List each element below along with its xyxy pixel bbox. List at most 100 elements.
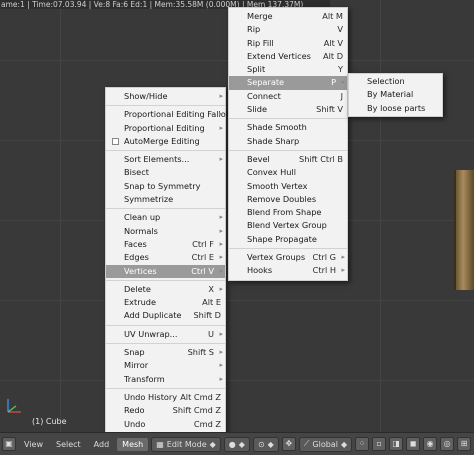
menu-item-label: Rip Fill	[247, 37, 274, 48]
vertices-menu-item-separate[interactable]: Separate P ▸	[229, 76, 347, 90]
mesh-menu-item-snap-to-symmetry[interactable]: Snap to Symmetry	[106, 180, 225, 193]
mesh-menu-item-snap[interactable]: Snap Shift S ▸	[106, 346, 225, 359]
vertices-menu-item-convex-hull[interactable]: Convex Hull	[229, 166, 347, 179]
face-select-icon[interactable]: ◼	[406, 437, 421, 451]
snap-icon[interactable]: ⊞	[457, 437, 472, 451]
vertices-menu-item-shade-sharp[interactable]: Shade Sharp	[229, 135, 347, 148]
menu-item-label: Merge	[247, 11, 273, 21]
mesh-menu-item-undo-history[interactable]: Undo History Alt Cmd Z	[106, 391, 225, 404]
mesh-menu-item-mirror[interactable]: Mirror ▸	[106, 359, 225, 372]
limit-selection-icon[interactable]: ◉	[423, 437, 438, 451]
menu-separator	[106, 150, 225, 152]
menu-item-shortcut: X	[208, 283, 214, 294]
vertices-menu-item-shape-propagate[interactable]: Shape Propagate	[229, 233, 347, 246]
submenu-arrow-icon: ▸	[219, 253, 223, 262]
mesh-menu-item-show-hide[interactable]: Show/Hide ▸	[106, 90, 225, 103]
separate-menu-item-selection[interactable]: Selection	[349, 75, 442, 88]
vertices-menu-item-extend-vertices[interactable]: Extend Vertices Alt D	[229, 50, 347, 63]
select-menu-button[interactable]: Select	[51, 438, 86, 451]
vertices-menu-item-rip[interactable]: Rip V	[229, 23, 347, 36]
edit-mode-icon: ▦	[156, 439, 164, 449]
menu-item-label: AutoMerge Editing	[124, 135, 200, 146]
menu-item-label: Convex Hull	[247, 167, 296, 178]
menu-item-label: By loose parts	[367, 102, 426, 113]
vertices-submenu: Merge Alt M Rip V Rip Fill Alt V Extend Vertic…	[228, 7, 348, 281]
vertices-menu-item-slide[interactable]: Slide Shift V	[229, 103, 347, 116]
vertex-select-icon[interactable]: ▫	[372, 437, 387, 451]
pivot-icon: ⊙	[257, 439, 265, 449]
menu-item-shortcut: Shift S	[187, 347, 214, 358]
submenu-arrow-icon: ▸	[219, 361, 223, 370]
mesh-menu-item-edges[interactable]: Edges Ctrl E ▸	[106, 251, 225, 264]
editor-type-icon[interactable]: ▣	[2, 437, 16, 451]
separate-menu-item-by-material[interactable]: By Material	[349, 88, 442, 101]
vertices-menu-item-blend-from-shape[interactable]: Blend From Shape	[229, 206, 347, 219]
edge-select-icon[interactable]: ◨	[389, 437, 404, 451]
vertices-menu-item-split[interactable]: Split Y	[229, 63, 347, 76]
menu-item-shortcut: Y	[337, 64, 343, 75]
add-menu-button[interactable]: Add	[89, 438, 115, 451]
vertices-menu-item-merge[interactable]: Merge Alt M	[229, 10, 347, 23]
submenu-arrow-icon: ▸	[219, 239, 223, 248]
manipulator-toggle-icon[interactable]: ✥	[281, 437, 296, 451]
separate-menu-item-by-loose-parts[interactable]: By loose parts	[349, 102, 442, 115]
mesh-menu-item-delete[interactable]: Delete X ▸	[106, 283, 225, 296]
view-menu-button[interactable]: View	[19, 438, 48, 451]
menu-item-label: Blend From Shape	[247, 207, 322, 218]
submenu-arrow-icon: ▸	[219, 213, 223, 222]
menu-separator	[106, 279, 225, 281]
menu-item-label: Rip	[247, 24, 261, 35]
vertices-menu-item-rip-fill[interactable]: Rip Fill Alt V	[229, 37, 347, 50]
vertices-menu-item-vertex-groups[interactable]: Vertex Groups Ctrl G ▸	[229, 251, 347, 264]
solid-shading-icon: ●	[228, 439, 236, 449]
mesh-menu-item-clean-up[interactable]: Clean up ▸	[106, 211, 225, 224]
menu-item-label: Separate	[247, 77, 285, 88]
menu-separator	[229, 149, 347, 151]
mesh-menu-item-bisect[interactable]: Bisect	[106, 166, 225, 179]
mesh-menu-item-add-duplicate[interactable]: Add Duplicate Shift D	[106, 309, 225, 322]
menu-item-shortcut: Cmd Z	[193, 418, 221, 429]
mesh-menu-item-automerge-editing[interactable]: AutoMerge Editing	[106, 135, 225, 148]
mesh-menu-item-transform[interactable]: Transform ▸	[106, 373, 225, 386]
crate-object[interactable]	[454, 170, 474, 290]
vertices-menu-item-bevel[interactable]: Bevel Shift Ctrl B	[229, 153, 347, 166]
vertices-menu-item-shade-smooth[interactable]: Shade Smooth	[229, 121, 347, 134]
vertices-menu-item-hooks[interactable]: Hooks Ctrl H ▸	[229, 264, 347, 277]
chevron-down-icon: ◆	[238, 439, 245, 449]
menu-item-label: Hooks	[247, 265, 273, 276]
mesh-menu-item-symmetrize[interactable]: Symmetrize	[106, 193, 225, 206]
mode-selector[interactable]: ▦ Edit Mode ◆	[151, 436, 221, 452]
menu-item-label: Delete	[124, 283, 151, 294]
mesh-menu-item-uv-unwrap[interactable]: UV Unwrap... U ▸	[106, 328, 225, 341]
menu-item-label: Slide	[247, 104, 267, 115]
shading-selector[interactable]: ● ◆	[223, 436, 250, 452]
vertices-menu-item-blend-vertex-group[interactable]: Blend Vertex Group	[229, 219, 347, 232]
menu-item-label: Snap to Symmetry	[124, 180, 201, 191]
menu-item-label: Extend Vertices	[247, 50, 311, 61]
pivot-selector[interactable]: ⊙ ◆	[252, 436, 279, 452]
layers-icon[interactable]: ⁘	[355, 437, 370, 451]
mesh-menu-item-sort-elements[interactable]: Sort Elements... ▸	[106, 153, 225, 166]
mesh-menu-item-extrude[interactable]: Extrude Alt E	[106, 296, 225, 309]
orientation-selector[interactable]: ⟋ Global ◆	[298, 436, 353, 452]
orientation-icon: ⟋	[303, 439, 310, 448]
mesh-menu-item-undo[interactable]: Undo Cmd Z	[106, 418, 225, 431]
mesh-menu-button[interactable]: Mesh	[117, 437, 149, 451]
mesh-menu-item-normals[interactable]: Normals ▸	[106, 225, 225, 238]
proportional-edit-icon[interactable]: ◎	[440, 437, 455, 451]
submenu-arrow-icon: ▸	[341, 78, 345, 87]
menu-separator	[106, 324, 225, 326]
menu-item-label: Normals	[124, 225, 158, 236]
mesh-menu-item-proportional-editing[interactable]: Proportional Editing ▸	[106, 122, 225, 135]
menu-item-label: Split	[247, 64, 266, 75]
menu-separator	[106, 343, 225, 345]
menu-item-label: Faces	[124, 238, 147, 249]
mesh-menu-item-proportional-editing-falloff[interactable]: Proportional Editing Falloff ▸	[106, 108, 231, 121]
mesh-menu-item-faces[interactable]: Faces Ctrl F ▸	[106, 238, 225, 251]
vertices-menu-item-remove-doubles[interactable]: Remove Doubles	[229, 193, 347, 206]
vertices-menu-item-smooth-vertex[interactable]: Smooth Vertex	[229, 180, 347, 193]
checkbox-icon[interactable]	[112, 137, 119, 145]
mesh-menu-item-vertices[interactable]: Vertices Ctrl V ▸	[106, 264, 225, 278]
mesh-menu-item-redo[interactable]: Redo Shift Cmd Z	[106, 404, 225, 417]
vertices-menu-item-connect[interactable]: Connect J	[229, 90, 347, 103]
